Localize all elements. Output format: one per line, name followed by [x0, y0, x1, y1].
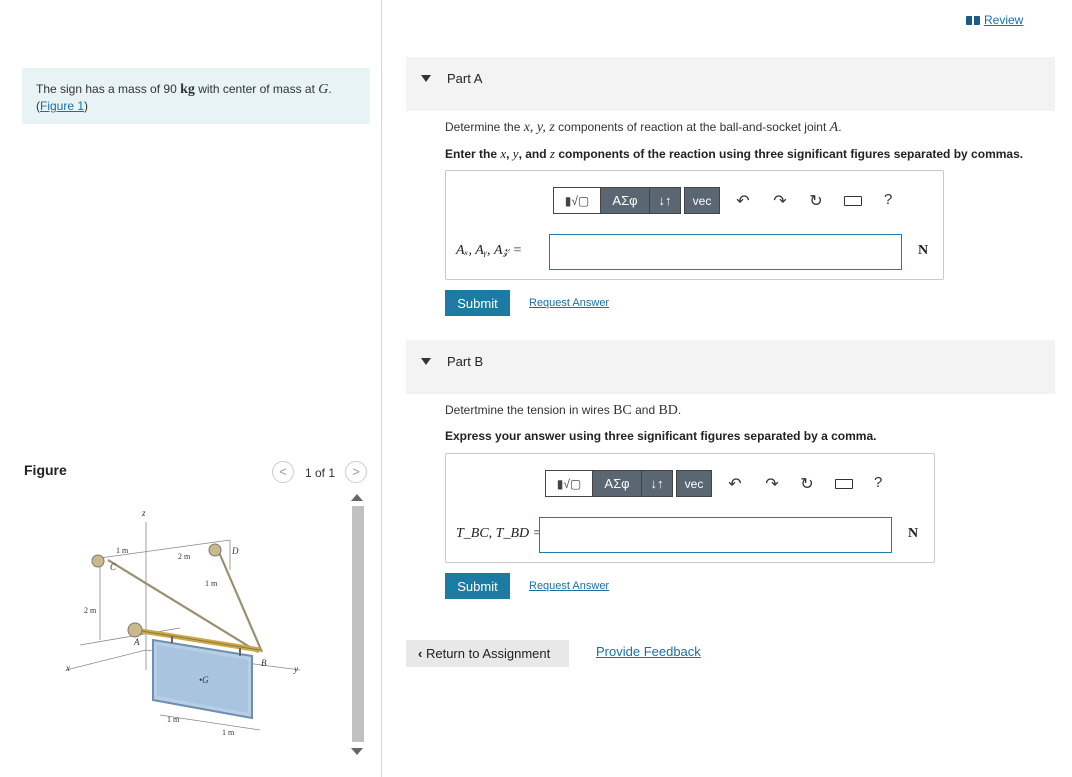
vec-button[interactable]: vec — [684, 187, 720, 214]
problem-point: G — [318, 82, 329, 97]
column-divider — [381, 0, 382, 777]
part-a-toolbar: ▮√▢ ΑΣφ ↓↑ vec — [553, 187, 720, 214]
undo-icon[interactable]: ↶ — [726, 474, 744, 494]
point-d-label: D — [231, 546, 239, 556]
qa-vars: x, y, z — [523, 120, 555, 135]
qb-text-mid: and — [631, 403, 659, 417]
part-b-answer-input[interactable] — [539, 517, 892, 553]
part-b-answer-label: T_BC, T_BD = — [456, 526, 543, 541]
ia-sep1: , — [506, 147, 513, 161]
part-a-request-answer-link[interactable]: Request Answer — [529, 297, 609, 309]
templates-button[interactable]: ▮√▢ — [545, 470, 593, 497]
part-b-header[interactable]: Part B — [406, 340, 1055, 394]
qb-text: Detertmine the tension in wires — [445, 403, 614, 417]
keyboard-icon[interactable] — [844, 196, 862, 206]
keyboard-icon[interactable] — [835, 479, 853, 489]
return-to-assignment-button[interactable]: ‹ Return to Assignment — [406, 640, 569, 667]
point-b-label: B — [261, 658, 267, 668]
problem-unit: kg — [180, 82, 195, 97]
part-a-question: Determine the x, y, z components of reac… — [445, 120, 842, 136]
chevron-left-icon: ‹ — [418, 646, 423, 661]
qb-bd: BD — [658, 403, 678, 418]
part-b-toolbar: ▮√▢ ΑΣφ ↓↑ vec — [545, 470, 712, 497]
part-a-unit: N — [918, 243, 929, 258]
qa-text-end: . — [838, 120, 842, 134]
ia-sep2: , and — [518, 147, 550, 161]
scroll-thumb[interactable] — [352, 506, 364, 742]
figure-prev-button[interactable]: < — [272, 461, 294, 483]
ia-text: Enter the — [445, 147, 501, 161]
scroll-down-icon[interactable] — [351, 748, 363, 755]
part-a-header[interactable]: Part A — [406, 57, 1055, 111]
redo-icon[interactable]: ↷ — [763, 474, 781, 494]
figure-image: z x y C D A B •G 1 m 2 m 1 m 2 m 1 m 1 m — [65, 508, 301, 737]
collapse-triangle-icon[interactable] — [421, 358, 431, 365]
qa-text-mid: components of reaction at the ball-and-s… — [554, 120, 830, 134]
greek-button[interactable]: ΑΣφ — [592, 470, 642, 497]
problem-text: The sign has a mass of 90 — [36, 82, 181, 96]
problem-statement: The sign has a mass of 90 kg with center… — [22, 68, 370, 124]
figure-scrollbar[interactable] — [348, 492, 368, 760]
qa-text: Determine the — [445, 120, 524, 134]
point-g-label: •G — [199, 675, 209, 685]
review-link[interactable]: Review — [966, 13, 1023, 27]
help-icon[interactable]: ? — [874, 474, 882, 491]
figure-heading: Figure — [24, 462, 67, 478]
reset-icon[interactable]: ↻ — [807, 191, 825, 211]
vec-button[interactable]: vec — [676, 470, 712, 497]
figure-link[interactable]: Figure 1 — [40, 99, 84, 113]
dim-1m-bottom-right: 1 m — [222, 728, 235, 737]
part-a-instruction: Enter the x, y, and z components of the … — [445, 146, 1023, 162]
review-label[interactable]: Review — [984, 13, 1023, 27]
book-icon — [966, 15, 980, 25]
part-b-question: Detertmine the tension in wires BC and B… — [445, 403, 681, 419]
dim-1m-bottom-left: 1 m — [167, 715, 180, 724]
redo-icon[interactable]: ↷ — [771, 191, 789, 211]
problem-text-mid: with center of mass at — [194, 82, 319, 96]
qb-text-end: . — [677, 403, 682, 417]
point-c-label: C — [110, 562, 117, 572]
arrows-button[interactable]: ↓↑ — [649, 187, 681, 214]
part-b-submit-button[interactable]: Submit — [445, 573, 510, 599]
figure-next-button[interactable]: > — [345, 461, 367, 483]
dim-2m-top: 2 m — [178, 552, 191, 561]
point-a-label: A — [133, 637, 140, 647]
provide-feedback-link[interactable]: Provide Feedback — [596, 644, 701, 659]
part-a-answer-box: ▮√▢ ΑΣφ ↓↑ vec ↶ ↷ ↻ ? Aₓ, Aᵧ, A𝓏 = N — [445, 170, 944, 280]
templates-button[interactable]: ▮√▢ — [553, 187, 601, 214]
part-a-answer-label: Aₓ, Aᵧ, A𝓏 = — [456, 243, 523, 258]
help-icon[interactable]: ? — [884, 191, 892, 208]
reset-icon[interactable]: ↻ — [798, 474, 816, 494]
dim-1m-top: 1 m — [116, 546, 129, 555]
qb-bc: BC — [613, 403, 632, 418]
ia-text-end: components of the reaction using three s… — [554, 147, 1024, 161]
greek-button[interactable]: ΑΣφ — [600, 187, 650, 214]
problem-text-end: . — [328, 82, 332, 96]
part-b-instruction: Express your answer using three signific… — [445, 429, 877, 443]
part-a-title: Part A — [447, 71, 483, 86]
dim-1m-mid: 1 m — [205, 579, 218, 588]
return-label: Return to Assignment — [425, 646, 551, 661]
qa-point: A — [829, 120, 839, 135]
part-b-unit: N — [908, 526, 919, 541]
dim-2m-side: 2 m — [84, 606, 97, 615]
part-b-answer-box: ▮√▢ ΑΣφ ↓↑ vec ↶ ↷ ↻ ? T_BC, T_BD = N — [445, 453, 935, 563]
arrows-button[interactable]: ↓↑ — [641, 470, 673, 497]
axis-z-label: z — [141, 508, 146, 518]
scroll-up-icon[interactable] — [351, 494, 363, 501]
part-a-answer-input[interactable] — [549, 234, 902, 270]
figure-pager-count: 1 of 1 — [305, 466, 336, 480]
part-b-title: Part B — [447, 354, 484, 369]
part-a-submit-button[interactable]: Submit — [445, 290, 510, 316]
collapse-triangle-icon[interactable] — [421, 75, 431, 82]
axis-y-label: y — [293, 664, 298, 674]
axis-x-label: x — [65, 663, 70, 673]
part-b-request-answer-link[interactable]: Request Answer — [529, 580, 609, 592]
undo-icon[interactable]: ↶ — [734, 191, 752, 211]
